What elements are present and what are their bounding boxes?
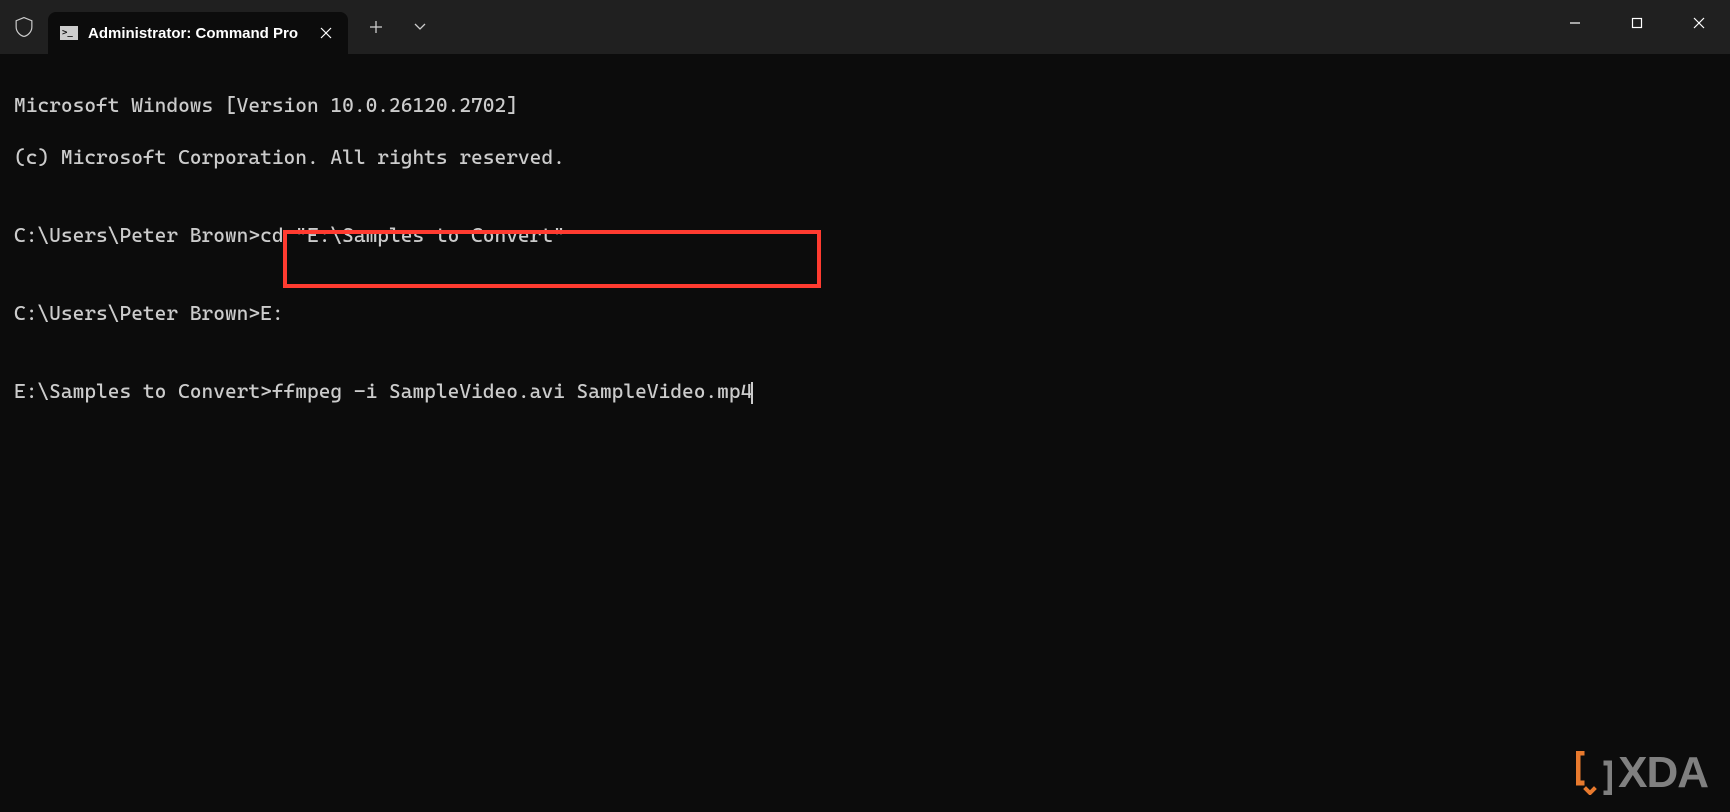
terminal-line: C:\Users\Peter Brown>cd "E:\Samples to C… [14, 222, 1716, 248]
shield-icon [14, 16, 34, 38]
maximize-icon [1631, 17, 1643, 29]
close-window-button[interactable] [1668, 0, 1730, 45]
cursor [751, 382, 753, 404]
terminal-current-line: E:\Samples to Convert>ffmpeg -i SampleVi… [14, 378, 1716, 404]
tab-controls [348, 0, 440, 54]
close-icon [320, 27, 332, 39]
admin-shield-area [0, 0, 48, 54]
titlebar: Administrator: Command Pro [0, 0, 1730, 54]
plus-icon [369, 20, 383, 34]
close-icon [1693, 17, 1705, 29]
terminal-command: ffmpeg -i SampleVideo.avi SampleVideo.mp… [272, 379, 752, 403]
close-tab-button[interactable] [316, 23, 336, 43]
minimize-icon [1569, 17, 1581, 29]
xda-logo-icon [1576, 751, 1612, 795]
chevron-down-icon [414, 23, 426, 31]
tab-dropdown-button[interactable] [400, 7, 440, 47]
terminal-line: Microsoft Windows [Version 10.0.26120.27… [14, 92, 1716, 118]
terminal-area[interactable]: Microsoft Windows [Version 10.0.26120.27… [0, 54, 1730, 812]
tab-title: Administrator: Command Pro [88, 25, 306, 42]
xda-watermark: XDA [1576, 748, 1708, 798]
maximize-button[interactable] [1606, 0, 1668, 45]
xda-watermark-text: XDA [1618, 748, 1708, 798]
terminal-line: C:\Users\Peter Brown>E: [14, 300, 1716, 326]
minimize-button[interactable] [1544, 0, 1606, 45]
window-controls [1544, 0, 1730, 45]
terminal-line: (c) Microsoft Corporation. All rights re… [14, 144, 1716, 170]
terminal-icon [60, 26, 78, 40]
new-tab-button[interactable] [356, 7, 396, 47]
active-tab[interactable]: Administrator: Command Pro [48, 12, 348, 54]
terminal-prompt: E:\Samples to Convert> [14, 379, 272, 403]
